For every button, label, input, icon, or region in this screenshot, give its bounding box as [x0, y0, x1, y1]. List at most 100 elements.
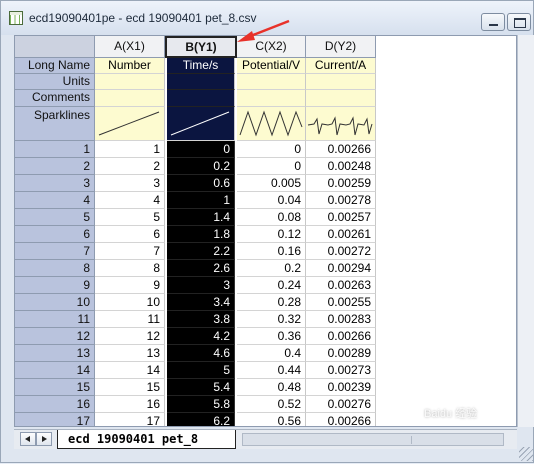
row-label-sparklines[interactable]: Sparklines: [15, 107, 95, 141]
table-cell-b[interactable]: 4.6: [167, 345, 235, 362]
comments-c[interactable]: [237, 90, 306, 107]
table-cell-b[interactable]: 0: [167, 141, 235, 158]
row-label-units[interactable]: Units: [15, 74, 95, 90]
table-cell-a[interactable]: 5: [95, 209, 165, 226]
row-header[interactable]: 5: [15, 209, 95, 226]
table-cell-b[interactable]: 3.4: [167, 294, 235, 311]
table-cell-d[interactable]: 0.00289: [306, 345, 376, 362]
units-c[interactable]: [237, 74, 306, 90]
table-cell-a[interactable]: 12: [95, 328, 165, 345]
table-cell-c[interactable]: 0.04: [237, 192, 306, 209]
units-a[interactable]: [95, 74, 165, 90]
sparkline-a[interactable]: [95, 107, 165, 141]
row-header[interactable]: 16: [15, 396, 95, 413]
table-cell-c[interactable]: 0: [237, 158, 306, 175]
table-cell-c[interactable]: 0.08: [237, 209, 306, 226]
table-cell-d[interactable]: 0.00259: [306, 175, 376, 192]
table-cell-b[interactable]: 6.2: [167, 413, 235, 426]
table-cell-d[interactable]: 0.00283: [306, 311, 376, 328]
resize-grip-icon[interactable]: [519, 447, 533, 461]
table-cell-c[interactable]: 0.16: [237, 243, 306, 260]
table-cell-d[interactable]: 0.00276: [306, 396, 376, 413]
table-cell-a[interactable]: 6: [95, 226, 165, 243]
table-cell-d[interactable]: 0.00257: [306, 209, 376, 226]
table-cell-a[interactable]: 9: [95, 277, 165, 294]
minimize-icon[interactable]: [481, 13, 505, 31]
scroll-left-icon[interactable]: [20, 432, 36, 446]
table-cell-b[interactable]: 3: [167, 277, 235, 294]
table-cell-d[interactable]: 0.00261: [306, 226, 376, 243]
table-cell-c[interactable]: 0.005: [237, 175, 306, 192]
table-cell-d[interactable]: 0.00294: [306, 260, 376, 277]
row-header[interactable]: 13: [15, 345, 95, 362]
table-cell-a[interactable]: 17: [95, 413, 165, 426]
table-cell-b[interactable]: 1: [167, 192, 235, 209]
table-cell-b[interactable]: 1.8: [167, 226, 235, 243]
table-cell-a[interactable]: 16: [95, 396, 165, 413]
row-header[interactable]: 11: [15, 311, 95, 328]
row-label-long-name[interactable]: Long Name: [15, 58, 95, 74]
table-cell-a[interactable]: 3: [95, 175, 165, 192]
table-cell-c[interactable]: 0.4: [237, 345, 306, 362]
comments-a[interactable]: [95, 90, 165, 107]
column-header-c[interactable]: C(X2): [237, 36, 306, 58]
table-cell-b[interactable]: 5.4: [167, 379, 235, 396]
row-header[interactable]: 8: [15, 260, 95, 277]
table-cell-c[interactable]: 0.28: [237, 294, 306, 311]
sparkline-c[interactable]: [237, 107, 306, 141]
table-cell-a[interactable]: 1: [95, 141, 165, 158]
units-d[interactable]: [306, 74, 376, 90]
row-header[interactable]: 3: [15, 175, 95, 192]
sparkline-b[interactable]: [167, 107, 235, 141]
table-cell-d[interactable]: 0.00255: [306, 294, 376, 311]
table-cell-d[interactable]: 0.00263: [306, 277, 376, 294]
table-cell-b[interactable]: 2.2: [167, 243, 235, 260]
comments-d[interactable]: [306, 90, 376, 107]
units-b[interactable]: [167, 74, 235, 90]
long-name-a[interactable]: Number: [95, 58, 165, 74]
table-cell-c[interactable]: 0.2: [237, 260, 306, 277]
table-cell-d[interactable]: 0.00266: [306, 141, 376, 158]
table-cell-b[interactable]: 0.2: [167, 158, 235, 175]
table-cell-b[interactable]: 3.8: [167, 311, 235, 328]
row-header[interactable]: 10: [15, 294, 95, 311]
table-cell-b[interactable]: 4.2: [167, 328, 235, 345]
table-cell-a[interactable]: 4: [95, 192, 165, 209]
table-cell-d[interactable]: 0.00266: [306, 413, 376, 426]
column-header-d[interactable]: D(Y2): [306, 36, 376, 58]
long-name-c[interactable]: Potential/V: [237, 58, 306, 74]
row-header[interactable]: 6: [15, 226, 95, 243]
table-cell-a[interactable]: 11: [95, 311, 165, 328]
table-cell-a[interactable]: 2: [95, 158, 165, 175]
table-cell-c[interactable]: 0.12: [237, 226, 306, 243]
comments-b[interactable]: [167, 90, 235, 107]
table-cell-b[interactable]: 2.6: [167, 260, 235, 277]
table-cell-d[interactable]: 0.00266: [306, 328, 376, 345]
row-header[interactable]: 2: [15, 158, 95, 175]
column-header-a[interactable]: A(X1): [95, 36, 165, 58]
vertical-scrollbar[interactable]: [517, 35, 534, 427]
table-cell-b[interactable]: 5.8: [167, 396, 235, 413]
table-cell-c[interactable]: 0.52: [237, 396, 306, 413]
row-header[interactable]: 14: [15, 362, 95, 379]
table-cell-b[interactable]: 1.4: [167, 209, 235, 226]
maximize-icon[interactable]: [507, 13, 531, 31]
table-cell-c[interactable]: 0.56: [237, 413, 306, 426]
row-header[interactable]: 4: [15, 192, 95, 209]
long-name-b[interactable]: Time/s: [167, 58, 235, 74]
row-header[interactable]: 12: [15, 328, 95, 345]
row-header[interactable]: 17: [15, 413, 95, 426]
row-label-comments[interactable]: Comments: [15, 90, 95, 107]
table-cell-d[interactable]: 0.00239: [306, 379, 376, 396]
row-header[interactable]: 9: [15, 277, 95, 294]
table-cell-c[interactable]: 0.32: [237, 311, 306, 328]
row-header[interactable]: 1: [15, 141, 95, 158]
horizontal-scrollbar[interactable]: [242, 433, 504, 446]
table-cell-a[interactable]: 10: [95, 294, 165, 311]
table-cell-c[interactable]: 0.48: [237, 379, 306, 396]
table-cell-d[interactable]: 0.00248: [306, 158, 376, 175]
table-cell-d[interactable]: 0.00272: [306, 243, 376, 260]
table-cell-c[interactable]: 0: [237, 141, 306, 158]
row-header[interactable]: 15: [15, 379, 95, 396]
table-cell-d[interactable]: 0.00273: [306, 362, 376, 379]
